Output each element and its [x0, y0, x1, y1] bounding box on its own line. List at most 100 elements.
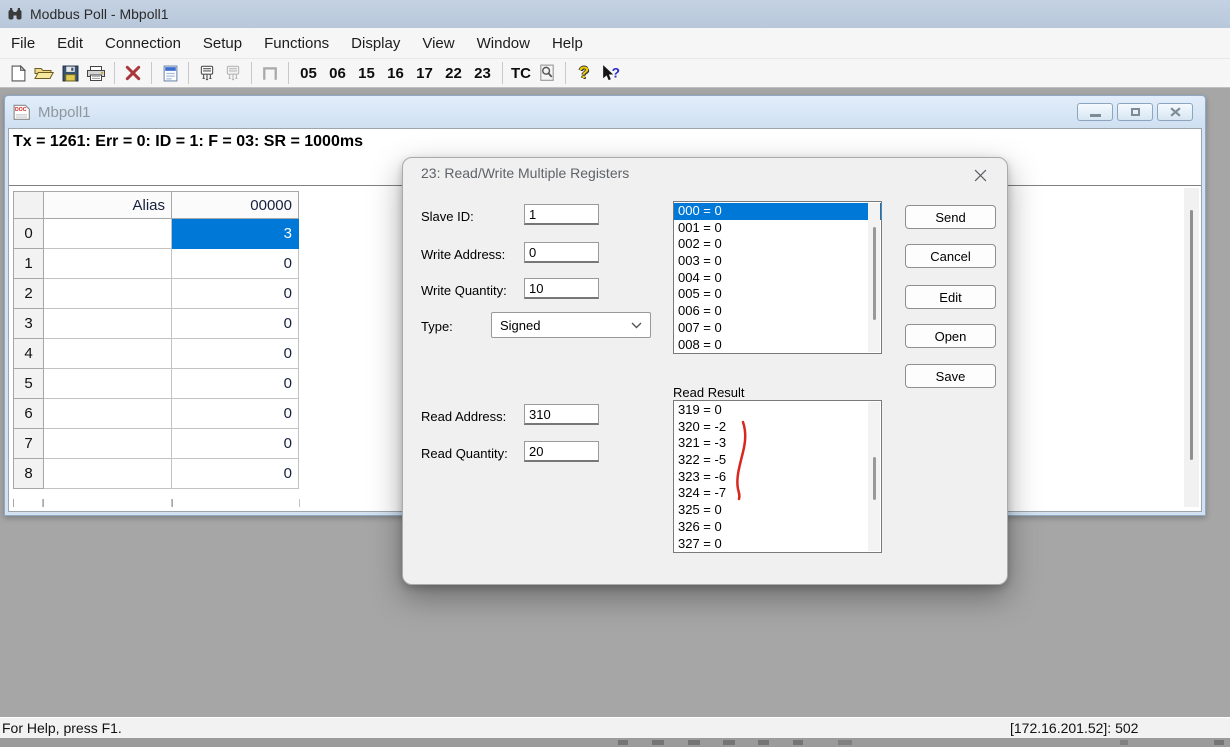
list-item[interactable]: 002 = 0	[674, 236, 881, 253]
open-file-button[interactable]	[31, 60, 57, 86]
mbpoll1-titlebar[interactable]: DOC Mbpoll1	[5, 96, 1205, 128]
open-button[interactable]: Open	[905, 324, 996, 348]
vertical-scrollbar[interactable]	[1184, 188, 1199, 507]
test-center-button-disabled[interactable]	[220, 60, 246, 86]
type-select[interactable]: Signed	[491, 312, 651, 338]
row-number-cell[interactable]: 8	[14, 459, 44, 489]
value-cell[interactable]: 0	[172, 429, 299, 459]
listbox-scrollbar[interactable]	[868, 203, 880, 352]
function-code-button[interactable]: 06	[323, 60, 352, 86]
list-item[interactable]: 320 = -2	[674, 419, 881, 436]
write-quantity-field[interactable]	[524, 278, 599, 299]
row-number-cell[interactable]: 0	[14, 219, 44, 249]
list-item[interactable]: 327 = 0	[674, 536, 881, 553]
value-cell[interactable]: 0	[172, 339, 299, 369]
slave-id-label: Slave ID:	[421, 209, 474, 224]
list-item[interactable]: 322 = -5	[674, 452, 881, 469]
value-cell[interactable]: 0	[172, 369, 299, 399]
read-result-listbox[interactable]: 319 = 0320 = -2321 = -3322 = -5323 = -63…	[673, 400, 882, 553]
row-number-cell[interactable]: 2	[14, 279, 44, 309]
write-address-field[interactable]	[524, 242, 599, 263]
edit-button[interactable]: Edit	[905, 285, 996, 309]
alias-cell[interactable]	[44, 459, 172, 489]
close-child-button[interactable]	[1157, 103, 1193, 121]
alias-cell[interactable]	[44, 249, 172, 279]
function-code-button[interactable]: 15	[352, 60, 381, 86]
function-code-button[interactable]: 23	[468, 60, 497, 86]
list-item[interactable]: 319 = 0	[674, 402, 881, 419]
read-quantity-field[interactable]	[524, 441, 599, 462]
menu-item[interactable]: Functions	[253, 28, 340, 58]
function-code-button[interactable]: 05	[294, 60, 323, 86]
list-item[interactable]: 321 = -3	[674, 435, 881, 452]
list-item[interactable]: 001 = 0	[674, 220, 881, 237]
listbox-scrollbar[interactable]	[868, 402, 880, 551]
list-item[interactable]: 008 = 0	[674, 337, 881, 354]
value-cell[interactable]: 0	[172, 309, 299, 339]
list-item[interactable]: 007 = 0	[674, 320, 881, 337]
menu-item[interactable]: View	[411, 28, 465, 58]
test-center-tc-button[interactable]: TC	[508, 60, 534, 86]
scrollbar-thumb[interactable]	[1190, 210, 1193, 460]
list-item[interactable]: 005 = 0	[674, 286, 881, 303]
function-code-button[interactable]: 22	[439, 60, 468, 86]
save-button[interactable]	[57, 60, 83, 86]
value-cell[interactable]: 0	[172, 399, 299, 429]
row-number-cell[interactable]: 7	[14, 429, 44, 459]
about-help-button[interactable]: ?	[571, 60, 597, 86]
list-item[interactable]: 325 = 0	[674, 502, 881, 519]
scrollbar-thumb[interactable]	[873, 227, 876, 320]
alias-cell[interactable]	[44, 429, 172, 459]
row-number-cell[interactable]: 6	[14, 399, 44, 429]
window-titlebar[interactable]: Modbus Poll - Mbpoll1	[0, 0, 1230, 28]
value-cell[interactable]: 0	[172, 459, 299, 489]
menu-item[interactable]: Window	[466, 28, 541, 58]
dialog-close-button[interactable]	[969, 164, 991, 186]
list-item[interactable]: 004 = 0	[674, 270, 881, 287]
value-cell[interactable]: 0	[172, 249, 299, 279]
write-registers-listbox[interactable]: 000 = 0001 = 0002 = 0003 = 0004 = 0005 =…	[673, 201, 882, 354]
alias-cell[interactable]	[44, 309, 172, 339]
menu-item[interactable]: File	[0, 28, 46, 58]
row-number-cell[interactable]: 4	[14, 339, 44, 369]
single-poll-button-disabled[interactable]	[257, 60, 283, 86]
send-button[interactable]: Send	[905, 205, 996, 229]
new-file-button[interactable]	[5, 60, 31, 86]
context-help-button[interactable]: ?	[597, 60, 623, 86]
alias-cell[interactable]	[44, 279, 172, 309]
function-code-button[interactable]: 17	[410, 60, 439, 86]
row-number-cell[interactable]: 1	[14, 249, 44, 279]
alias-cell[interactable]	[44, 339, 172, 369]
list-item[interactable]: 003 = 0	[674, 253, 881, 270]
disconnect-button[interactable]	[120, 60, 146, 86]
menu-item[interactable]: Connection	[94, 28, 192, 58]
restore-button[interactable]	[1117, 103, 1153, 121]
list-item[interactable]: 323 = -6	[674, 469, 881, 486]
menu-item[interactable]: Setup	[192, 28, 253, 58]
communication-traffic-button[interactable]	[194, 60, 220, 86]
menu-item[interactable]: Help	[541, 28, 594, 58]
list-item[interactable]: 326 = 0	[674, 519, 881, 536]
save-button[interactable]: Save	[905, 364, 996, 388]
value-cell[interactable]: 0	[172, 279, 299, 309]
row-number-cell[interactable]: 5	[14, 369, 44, 399]
cancel-button[interactable]: Cancel	[905, 244, 996, 268]
value-cell[interactable]: 3	[172, 219, 299, 249]
list-item[interactable]: 006 = 0	[674, 303, 881, 320]
list-item[interactable]: 000 = 0	[674, 203, 881, 220]
display-setup-button[interactable]	[157, 60, 183, 86]
alias-cell[interactable]	[44, 369, 172, 399]
menu-item[interactable]: Display	[340, 28, 411, 58]
menu-item[interactable]: Edit	[46, 28, 94, 58]
read-address-field[interactable]	[524, 404, 599, 425]
slave-id-field[interactable]	[524, 204, 599, 225]
list-item[interactable]: 324 = -7	[674, 485, 881, 502]
function-code-button[interactable]: 16	[381, 60, 410, 86]
print-button[interactable]	[83, 60, 109, 86]
alias-cell[interactable]	[44, 399, 172, 429]
minimize-button[interactable]	[1077, 103, 1113, 121]
scrollbar-thumb[interactable]	[873, 457, 876, 500]
communication-log-button[interactable]	[534, 60, 560, 86]
row-number-cell[interactable]: 3	[14, 309, 44, 339]
alias-cell[interactable]	[44, 219, 172, 249]
